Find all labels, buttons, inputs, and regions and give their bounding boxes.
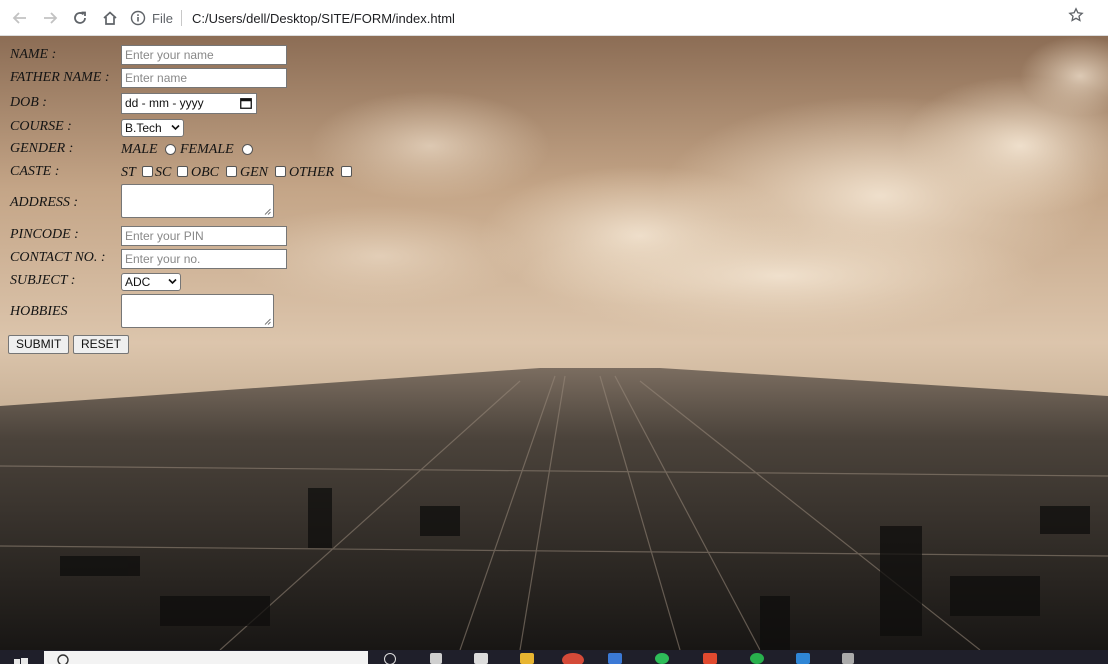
info-icon[interactable] <box>130 10 146 26</box>
dob-label: DOB : <box>10 95 47 110</box>
father-name-input[interactable]: Enter name <box>121 68 287 88</box>
submit-button[interactable]: SUBMIT <box>8 335 70 354</box>
name-label: NAME : <box>10 47 57 62</box>
contact-label: CONTACT NO. : <box>10 250 106 265</box>
windows-start-icon[interactable] <box>14 654 28 664</box>
chevron-down-icon <box>171 124 180 131</box>
gender-male-radio[interactable] <box>165 144 176 155</box>
taskbar <box>0 650 1108 664</box>
back-arrow-icon[interactable] <box>8 6 32 30</box>
chrome-icon[interactable] <box>562 653 584 664</box>
app-icon[interactable] <box>430 653 442 664</box>
star-icon[interactable] <box>1066 7 1086 27</box>
caste-option-obc-label: OBC <box>191 165 219 180</box>
search-icon <box>57 654 69 664</box>
caste-other-checkbox[interactable] <box>341 166 352 177</box>
browser-toolbar: File C:/Users/dell/Desktop/SITE/FORM/ind… <box>0 0 1108 36</box>
hobbies-textarea[interactable] <box>121 294 274 328</box>
pincode-placeholder: Enter your PIN <box>125 229 204 243</box>
course-selected-value: B.Tech <box>125 121 162 135</box>
dob-value: dd - mm - yyyy <box>125 96 204 110</box>
calendar-icon[interactable] <box>240 97 252 109</box>
contact-input[interactable]: Enter your no. <box>121 249 287 269</box>
caste-sc-checkbox[interactable] <box>177 166 188 177</box>
app-icon[interactable] <box>655 653 669 664</box>
file-explorer-icon[interactable] <box>520 653 534 664</box>
home-icon[interactable] <box>98 6 122 30</box>
caste-option-gen-label: GEN <box>240 165 268 180</box>
caste-option-sc-label: SC <box>155 165 172 180</box>
father-name-label: FATHER NAME : <box>10 70 110 85</box>
name-placeholder: Enter your name <box>125 48 214 62</box>
subject-label: SUBJECT : <box>10 273 76 288</box>
caste-option-st-label: ST <box>121 165 136 180</box>
contact-placeholder: Enter your no. <box>125 252 201 266</box>
address-divider <box>180 10 182 26</box>
resize-grip-icon[interactable] <box>264 208 271 215</box>
caste-label: CASTE : <box>10 164 60 179</box>
course-label: COURSE : <box>10 119 72 134</box>
pincode-input[interactable]: Enter your PIN <box>121 226 287 246</box>
course-select[interactable]: B.Tech <box>121 119 184 137</box>
app-icon[interactable] <box>842 653 854 664</box>
subject-select[interactable]: ADC <box>121 273 181 291</box>
resize-grip-icon[interactable] <box>264 318 271 325</box>
forward-arrow-icon[interactable] <box>38 6 62 30</box>
reset-button[interactable]: RESET <box>73 335 130 354</box>
file-scheme-label: File <box>152 10 173 26</box>
app-icon[interactable] <box>703 653 717 664</box>
page-content: NAME : Enter your name FATHER NAME : Ent… <box>0 36 1108 650</box>
whatsapp-icon[interactable] <box>750 653 764 664</box>
caste-option-other-label: OTHER <box>289 165 335 180</box>
address-textarea[interactable] <box>121 184 274 218</box>
caste-gen-checkbox[interactable] <box>275 166 286 177</box>
gender-label: GENDER : <box>10 141 74 156</box>
taskbar-search-box[interactable] <box>44 651 368 664</box>
caste-st-checkbox[interactable] <box>142 166 153 177</box>
name-input[interactable]: Enter your name <box>121 45 287 65</box>
vscode-icon[interactable] <box>796 653 810 664</box>
dob-date-input[interactable]: dd - mm - yyyy <box>121 93 257 114</box>
reload-icon[interactable] <box>68 6 92 30</box>
chevron-down-icon <box>168 278 177 285</box>
url-text[interactable]: C:/Users/dell/Desktop/SITE/FORM/index.ht… <box>192 11 455 26</box>
gender-option-male-label: MALE <box>121 142 158 157</box>
task-view-icon[interactable] <box>384 653 396 664</box>
caste-obc-checkbox[interactable] <box>226 166 237 177</box>
pincode-label: PINCODE : <box>10 227 79 242</box>
subject-selected-value: ADC <box>125 275 151 289</box>
store-icon[interactable] <box>474 653 488 664</box>
address-bar[interactable]: File C:/Users/dell/Desktop/SITE/FORM/ind… <box>130 5 1088 31</box>
gender-female-radio[interactable] <box>242 144 253 155</box>
gender-option-female-label: FEMALE <box>180 142 234 157</box>
father-name-placeholder: Enter name <box>125 71 188 85</box>
address-label: ADDRESS : <box>10 195 79 210</box>
app-icon[interactable] <box>608 653 622 664</box>
hobbies-label: HOBBIES <box>10 304 68 319</box>
